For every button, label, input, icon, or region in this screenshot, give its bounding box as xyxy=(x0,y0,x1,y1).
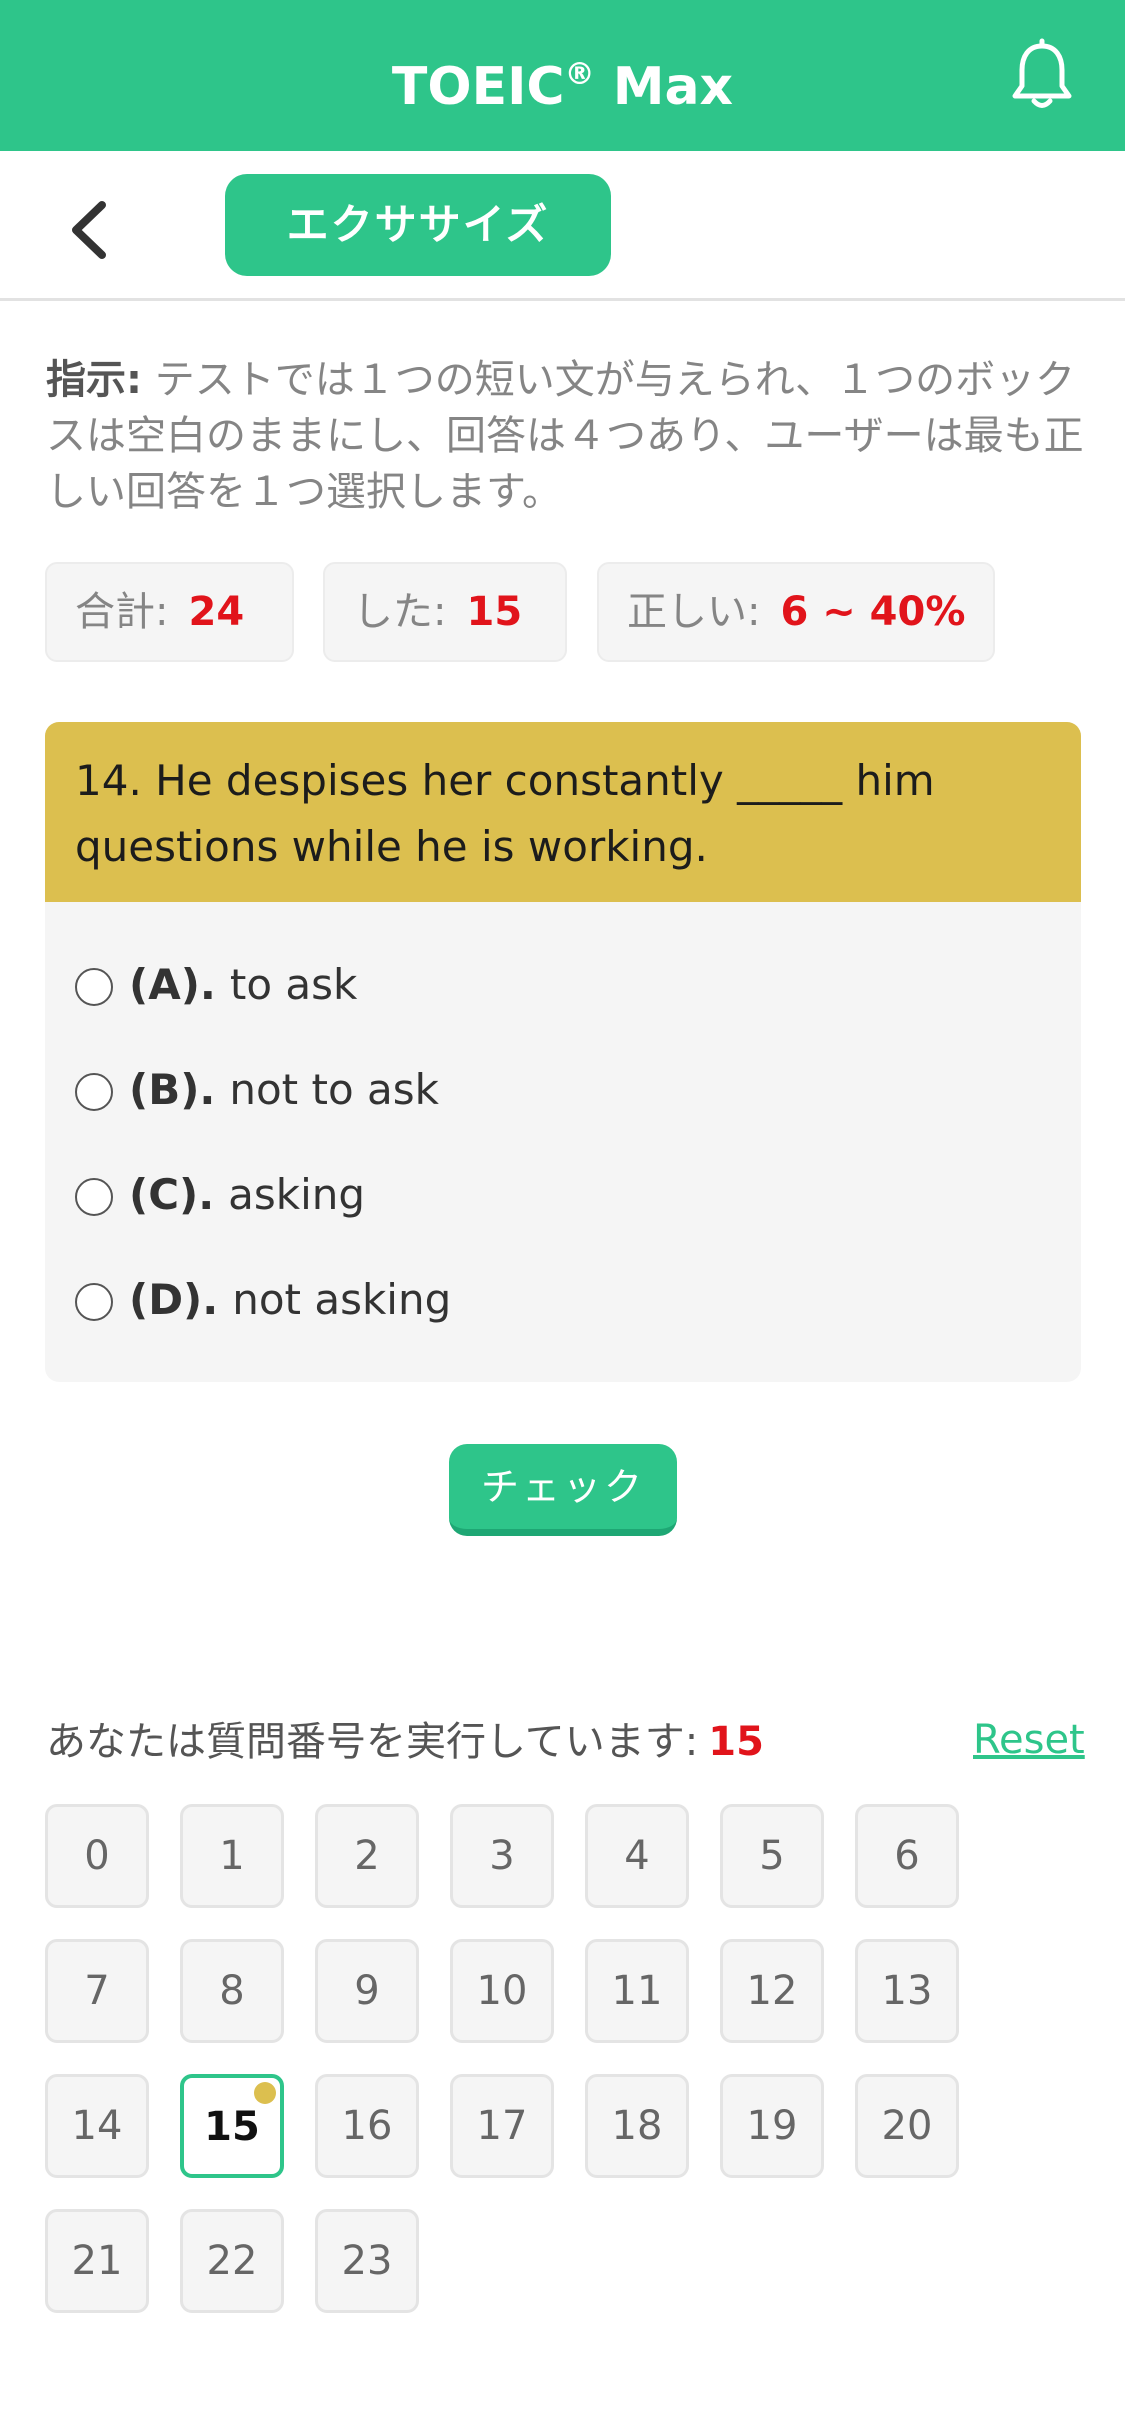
stat-correct: 正しい: 6 ~ 40% xyxy=(597,562,995,662)
option-text: not to ask xyxy=(229,1065,439,1114)
check-button[interactable]: チェック xyxy=(449,1444,677,1536)
question-number-button[interactable]: 2 xyxy=(315,1804,419,1908)
question-number-button[interactable]: 20 xyxy=(855,2074,959,2178)
progress-status: あなたは質問番号を実行しています: 15 xyxy=(46,1712,764,1772)
question-number-button[interactable]: 15 xyxy=(180,2074,284,2178)
option-label: (A). xyxy=(129,960,216,1009)
tab-exercise[interactable]: エクササイズ xyxy=(225,174,611,276)
stat-correct-value: 6 ~ 40% xyxy=(780,589,966,635)
progress-current: 15 xyxy=(708,1719,764,1765)
radio-button[interactable] xyxy=(75,1073,113,1111)
question-number-button[interactable]: 1 xyxy=(180,1804,284,1908)
option-label: (D). xyxy=(129,1275,219,1324)
question-number-button[interactable]: 4 xyxy=(585,1804,689,1908)
question-number-button[interactable]: 0 xyxy=(45,1804,149,1908)
app-title-suffix: Max xyxy=(594,57,734,117)
question-number-button[interactable]: 14 xyxy=(45,2074,149,2178)
stat-total: 合計: 24 xyxy=(45,562,294,662)
question-number-button[interactable]: 7 xyxy=(45,1939,149,2043)
app-title: TOEIC® Max xyxy=(0,40,1125,122)
option-a[interactable]: (A). to ask xyxy=(75,955,357,1015)
stat-correct-label: 正しい: xyxy=(627,589,761,635)
instructions-text: テストでは１つの短い文が与えられ、１つのボックスは空白のままにし、回答は４つあり… xyxy=(46,357,1084,515)
progress-label: あなたは質問番号を実行しています: xyxy=(46,1719,699,1765)
option-d[interactable]: (D). not asking xyxy=(75,1270,451,1330)
chevron-left-icon[interactable] xyxy=(64,199,114,261)
question-number-button[interactable]: 18 xyxy=(585,2074,689,2178)
question-number-button[interactable]: 16 xyxy=(315,2074,419,2178)
question-number-button[interactable]: 9 xyxy=(315,1939,419,2043)
stat-done-label: した: xyxy=(353,589,447,635)
app-title-text: TOEIC xyxy=(391,57,565,117)
question-number-button[interactable]: 22 xyxy=(180,2209,284,2313)
stat-total-label: 合計: xyxy=(75,589,169,635)
option-b[interactable]: (B). not to ask xyxy=(75,1060,439,1120)
option-text: not asking xyxy=(232,1275,452,1324)
registered-mark: ® xyxy=(564,57,595,92)
option-c[interactable]: (C). asking xyxy=(75,1165,365,1225)
question-text: 14. He despises her constantly _____ him… xyxy=(45,722,1081,902)
question-number-button[interactable]: 19 xyxy=(720,2074,824,2178)
radio-button[interactable] xyxy=(75,1283,113,1321)
question-number-button[interactable]: 12 xyxy=(720,1939,824,2043)
question-number-button[interactable]: 21 xyxy=(45,2209,149,2313)
stat-done-value: 15 xyxy=(466,589,523,635)
option-text: asking xyxy=(228,1170,366,1219)
reset-link[interactable]: Reset xyxy=(973,1710,1085,1770)
radio-button[interactable] xyxy=(75,968,113,1006)
question-card: 14. He despises her constantly _____ him… xyxy=(45,722,1081,1382)
sub-nav: エクササイズ xyxy=(0,151,1125,301)
question-number-button[interactable]: 23 xyxy=(315,2209,419,2313)
question-number-button[interactable]: 10 xyxy=(450,1939,554,2043)
question-number-button[interactable]: 13 xyxy=(855,1939,959,2043)
radio-button[interactable] xyxy=(75,1178,113,1216)
bell-icon[interactable] xyxy=(1010,38,1074,112)
question-number-button[interactable]: 17 xyxy=(450,2074,554,2178)
current-indicator-dot xyxy=(254,2082,276,2104)
instructions-label: 指示: xyxy=(46,357,142,403)
question-number-button[interactable]: 5 xyxy=(720,1804,824,1908)
instructions: 指示: テストでは１つの短い文が与えられ、１つのボックスは空白のままにし、回答は… xyxy=(46,352,1086,520)
option-text: to ask xyxy=(229,960,358,1009)
question-number-button[interactable]: 6 xyxy=(855,1804,959,1908)
stat-total-value: 24 xyxy=(188,589,245,635)
app-bar: TOEIC® Max xyxy=(0,0,1125,151)
option-label: (B). xyxy=(129,1065,216,1114)
question-number-button[interactable]: 8 xyxy=(180,1939,284,2043)
question-number-button[interactable]: 3 xyxy=(450,1804,554,1908)
question-number-button[interactable]: 11 xyxy=(585,1939,689,2043)
stat-done: した: 15 xyxy=(323,562,567,662)
option-label: (C). xyxy=(129,1170,215,1219)
